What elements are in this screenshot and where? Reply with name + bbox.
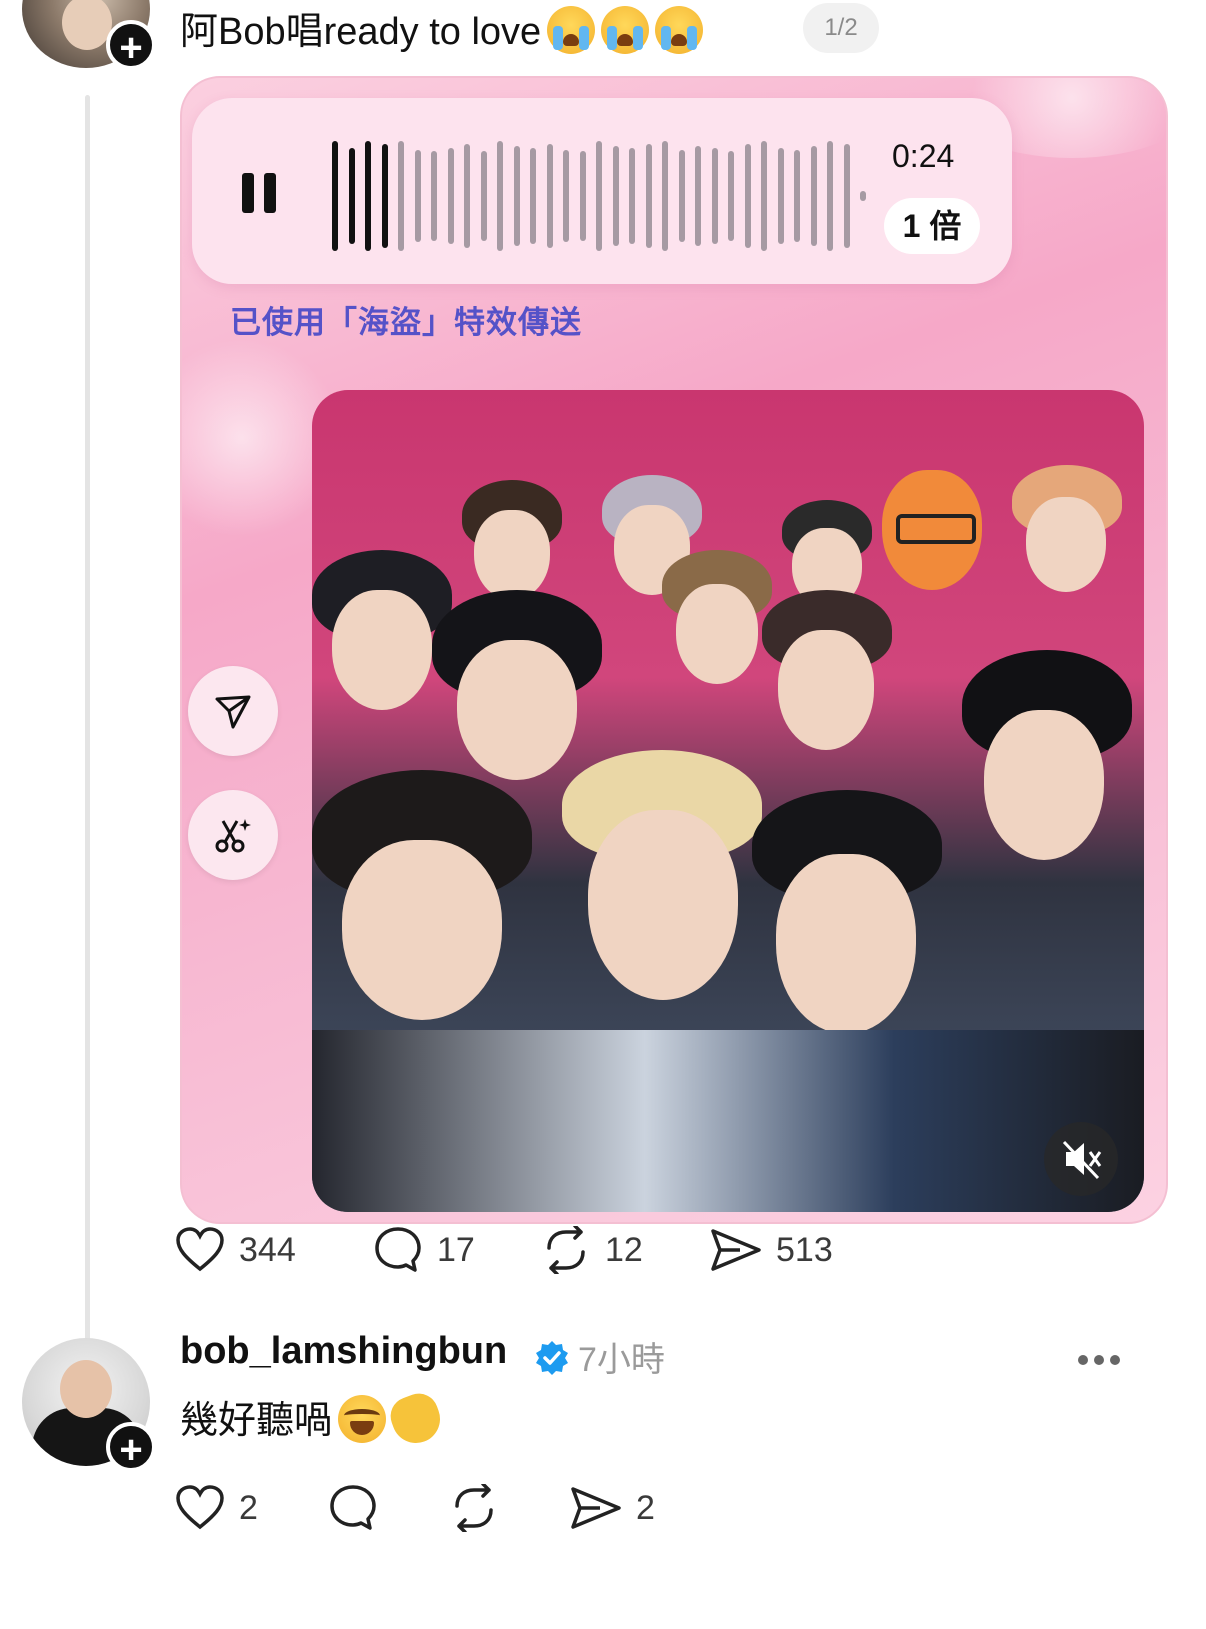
playback-speed-button[interactable]: 1 倍 — [884, 198, 980, 254]
waveform-bar — [777, 148, 784, 244]
send-icon — [571, 1487, 621, 1529]
more-options-button[interactable] — [1078, 1352, 1126, 1370]
crying-face-icon — [601, 6, 650, 54]
waveform-bar — [794, 150, 800, 242]
share-count: 513 — [776, 1230, 833, 1269]
heart-icon — [176, 1485, 224, 1530]
waveform-bar — [464, 144, 470, 248]
follow-plus-button[interactable]: + — [106, 1422, 156, 1472]
comment-icon — [330, 1485, 376, 1530]
waveform-bar — [662, 141, 668, 251]
crying-face-icon — [655, 6, 704, 54]
crying-face-icon — [547, 6, 596, 54]
waveform-bar — [332, 141, 338, 251]
waveform-bar — [579, 151, 586, 241]
waveform-bar — [431, 151, 437, 241]
waveform-bar — [497, 141, 503, 251]
waveform-bar — [447, 148, 454, 244]
waveform-bar — [843, 144, 850, 248]
thread-connector-line — [85, 95, 90, 1365]
comment-count: 17 — [437, 1230, 475, 1269]
repost-button[interactable] — [449, 1478, 513, 1538]
repost-icon — [455, 1484, 493, 1532]
comment-icon — [375, 1227, 421, 1272]
repost-count: 12 — [605, 1230, 643, 1269]
heart-icon — [176, 1227, 224, 1272]
waveform-bar — [546, 144, 553, 248]
waveform-bar — [414, 150, 421, 242]
send-icon — [215, 695, 251, 729]
scissors-sparkle-icon — [215, 819, 251, 853]
send-icon — [711, 1229, 761, 1271]
waveform-bar — [860, 191, 866, 201]
share-button[interactable]: 513 — [710, 1220, 833, 1280]
clapping-hands-icon — [385, 1388, 447, 1450]
media-card[interactable]: 0:24 1 倍 已使用「海盜」特效傳送 — [180, 76, 1168, 1224]
pause-icon[interactable] — [242, 173, 278, 213]
comment-button[interactable]: 17 — [373, 1220, 475, 1280]
post-body: 阿Bob唱ready to love — [180, 11, 542, 53]
waveform-bar — [728, 151, 734, 241]
reply-body: 幾好聽喎 — [180, 1400, 333, 1442]
waveform-bar — [711, 148, 718, 244]
waveform-bar — [530, 148, 536, 244]
audio-waveform[interactable] — [332, 136, 892, 256]
like-count: 2 — [239, 1488, 258, 1527]
waveform-bar — [645, 144, 652, 248]
waveform-bar — [398, 141, 404, 251]
waveform-bar — [629, 148, 635, 244]
waveform-bar — [348, 148, 355, 244]
follow-plus-button[interactable]: + — [106, 20, 156, 70]
waveform-bar — [513, 146, 520, 246]
like-count: 344 — [239, 1230, 296, 1269]
waveform-bar — [612, 146, 619, 246]
repost-icon — [547, 1226, 585, 1274]
effect-tool-button[interactable] — [188, 790, 278, 880]
share-count: 2 — [636, 1488, 655, 1527]
reply-username[interactable]: bob_lamshingbun — [180, 1330, 507, 1373]
waveform-bar — [596, 141, 602, 251]
waveform-bar — [678, 150, 685, 242]
voice-player[interactable]: 0:24 1 倍 — [192, 98, 1012, 284]
waveform-bar — [381, 144, 388, 248]
verified-badge-icon — [534, 1340, 570, 1376]
audio-duration: 0:24 — [892, 138, 955, 174]
waveform-bar — [695, 146, 701, 246]
send-effect-button[interactable] — [188, 666, 278, 756]
waveform-bar — [761, 141, 767, 251]
like-button[interactable]: 344 — [175, 1220, 296, 1280]
mute-button[interactable] — [1044, 1122, 1118, 1196]
group-photo[interactable] — [312, 390, 1144, 1212]
like-button[interactable]: 2 — [175, 1478, 258, 1538]
reply-timestamp: 7小時 — [578, 1341, 665, 1379]
waveform-bar — [827, 141, 833, 251]
waveform-bar — [563, 150, 569, 242]
post-text: 阿Bob唱ready to love — [180, 6, 704, 56]
clothing — [312, 1030, 1144, 1212]
waveform-bar — [365, 141, 371, 251]
comment-button[interactable] — [328, 1478, 392, 1538]
repost-button[interactable]: 12 — [541, 1220, 643, 1280]
waveform-bar — [480, 151, 487, 241]
speaker-muted-icon — [1062, 1140, 1102, 1180]
waveform-bar — [810, 146, 817, 246]
face-with-tears-of-joy-icon — [338, 1395, 387, 1443]
waveform-bar — [744, 144, 751, 248]
media-page-indicator: 1/2 — [803, 3, 879, 53]
share-button[interactable]: 2 — [570, 1478, 655, 1538]
effect-note: 已使用「海盜」特效傳送 — [230, 305, 582, 340]
reply-text: 幾好聽喎 — [180, 1388, 447, 1450]
